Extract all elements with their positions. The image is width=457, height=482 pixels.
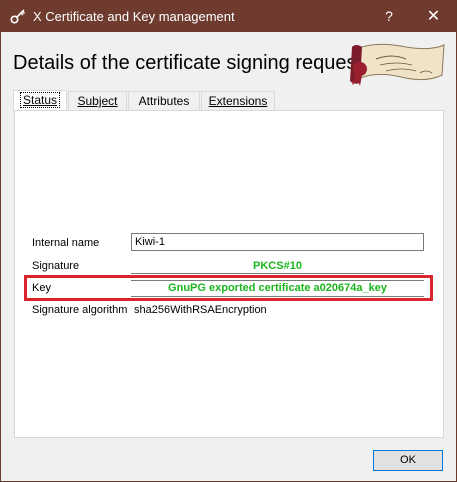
status-panel bbox=[14, 110, 444, 438]
tab-status[interactable]: Status bbox=[13, 90, 67, 111]
key-icon bbox=[10, 9, 25, 24]
signature-algorithm-value: sha256WithRSAEncryption bbox=[134, 304, 267, 316]
tab-extensions[interactable]: Extensions bbox=[201, 91, 275, 110]
ok-button[interactable]: OK bbox=[373, 450, 443, 471]
close-icon: ✕ bbox=[426, 8, 441, 25]
help-icon: ? bbox=[385, 8, 393, 24]
help-button[interactable]: ? bbox=[371, 1, 407, 32]
signature-value: PKCS#10 bbox=[253, 260, 302, 272]
page-title: Details of the certificate signing reque… bbox=[13, 52, 363, 74]
close-button[interactable]: ✕ bbox=[411, 1, 456, 32]
tab-attributes[interactable]: Attributes bbox=[128, 91, 200, 110]
signature-algorithm-label: Signature algorithm bbox=[32, 304, 128, 316]
signature-label: Signature bbox=[32, 260, 80, 272]
tab-subject[interactable]: Subject bbox=[68, 91, 127, 110]
certificate-scroll-icon bbox=[350, 43, 445, 86]
dialog-window: X Certificate and Key management ? ✕ Det… bbox=[0, 0, 457, 482]
internal-name-label: Internal name bbox=[32, 237, 100, 249]
key-highlight-box bbox=[24, 275, 433, 301]
title-bar[interactable]: X Certificate and Key management ? ✕ bbox=[1, 1, 456, 32]
internal-name-input[interactable]: Kiwi-1 bbox=[131, 233, 424, 251]
signature-underline bbox=[131, 273, 424, 274]
window-title: X Certificate and Key management bbox=[33, 9, 235, 24]
